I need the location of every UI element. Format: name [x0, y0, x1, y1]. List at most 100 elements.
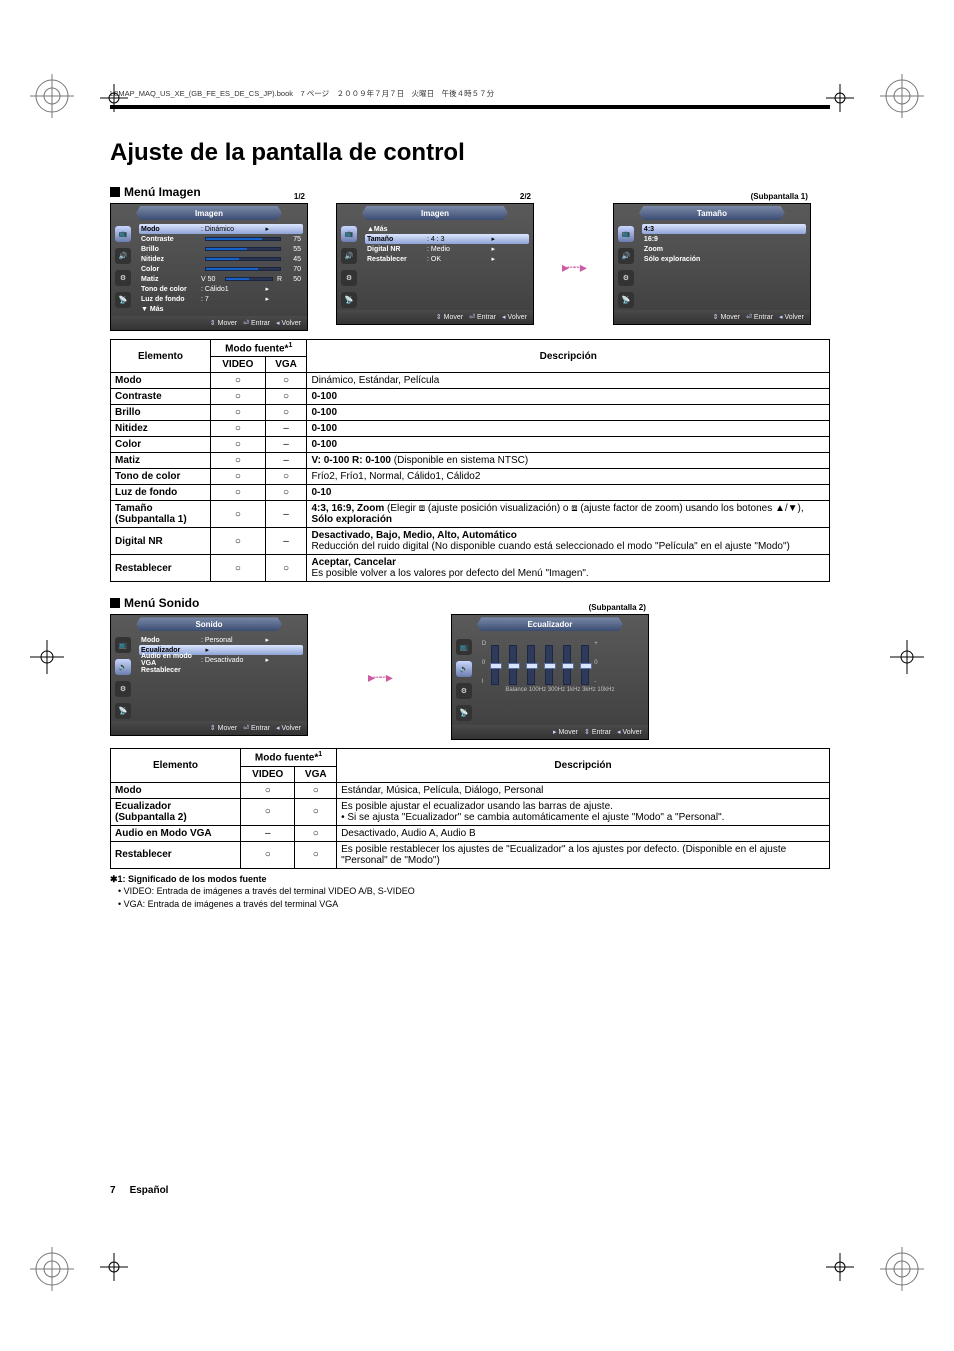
osd-tab: Imagen	[136, 206, 282, 220]
osd-row: Restablecer: OK▸	[365, 254, 529, 264]
table-row: Luz de fondo○○0-10	[111, 485, 830, 501]
table-row: Restablecer○○Es posible restablecer los …	[111, 841, 830, 868]
setup-icon: ⚙	[618, 270, 634, 286]
table-row: Audio en Modo VGA–○Desactivado, Audio A,…	[111, 825, 830, 841]
table-row: Nitidez○–0-100	[111, 421, 830, 437]
setup-icon: ⚙	[341, 270, 357, 286]
sound-icon: 🔊	[456, 661, 472, 677]
osd-row: 16:9	[642, 234, 806, 244]
osd-row: Modo: Dinámico▸	[139, 224, 303, 234]
osd-tab: Tamaño	[639, 206, 785, 220]
input-icon: 📡	[618, 292, 634, 308]
osd-category-icons: 📺 🔊 ⚙ 📡	[456, 637, 476, 721]
osd-row: Nitidez45	[139, 254, 303, 264]
osd-equalizer: (Subpantalla 2) Ecualizador 📺 🔊 ⚙ 📡 D0I	[451, 614, 649, 740]
link-arrow-icon: ▸┄┄▸	[562, 259, 585, 276]
osd-row: Restablecer	[139, 665, 303, 675]
eq-slider	[562, 645, 572, 685]
eq-slider	[580, 645, 590, 685]
reg-mark-top-right	[880, 74, 924, 118]
th-modo: Modo fuente*1	[211, 340, 307, 357]
input-icon: 📡	[115, 703, 131, 719]
picture-icon: 📺	[341, 226, 357, 242]
osd-image-2: 2/2 Imagen 📺 🔊 ⚙ 📡 ▲MásTamaño: 4 : 3▸Dig…	[336, 203, 534, 325]
reg-mark-bot-right	[880, 1247, 924, 1291]
eq-slider	[544, 645, 554, 685]
th-elemento: Elemento	[111, 340, 211, 373]
osd-row: Zoom	[642, 244, 806, 254]
osd-row: ▲Más	[365, 224, 529, 234]
reg-mark-top-left	[30, 74, 74, 118]
th-modo: Modo fuente*1	[241, 749, 337, 766]
osd-row: MatizV 50R50	[139, 274, 303, 284]
th-video: VIDEO	[241, 766, 295, 782]
th-vga: VGA	[295, 766, 337, 782]
osd-sound: Sonido 📺 🔊 ⚙ 📡 Modo: Personal▸Ecualizado…	[110, 614, 308, 736]
osd-tab: Imagen	[362, 206, 508, 220]
th-vga: VGA	[265, 357, 307, 373]
table-row: Brillo○○0-100	[111, 405, 830, 421]
reg-mark-bot-left	[30, 1247, 74, 1291]
eq-slider	[490, 645, 500, 685]
reg-mark-mid-right	[890, 640, 924, 674]
table-row: Modo○○Estándar, Música, Película, Diálog…	[111, 782, 830, 798]
crop-mark-tr	[826, 84, 854, 112]
picture-icon: 📺	[618, 226, 634, 242]
osd-row: Brillo55	[139, 244, 303, 254]
osd-footer: ⇕Mover ⏎Entrar ◂Volver	[111, 316, 307, 330]
sound-icon: 🔊	[115, 659, 131, 675]
th-desc: Descripción	[307, 340, 830, 373]
osd-tab: Ecualizador	[477, 617, 623, 631]
reg-mark-mid-left	[30, 640, 64, 674]
sound-icon: 🔊	[341, 248, 357, 264]
th-video: VIDEO	[211, 357, 266, 373]
osd-row: Color70	[139, 264, 303, 274]
image-table: Elemento Modo fuente*1 Descripción VIDEO…	[110, 339, 830, 582]
page-frame: L8MAP_MAQ_US_XE_(GB_FE_ES_DE_CS_JP).book…	[110, 80, 830, 1200]
table-row: Tamaño(Subpantalla 1)○–4:3, 16:9, Zoom (…	[111, 501, 830, 528]
picture-icon: 📺	[115, 637, 131, 653]
osd-image-1: 1/2 Imagen 📺 🔊 ⚙ 📡 Modo: Dinámico▸Contra…	[110, 203, 308, 331]
osd-tab: Sonido	[136, 617, 282, 631]
eq-band-labels: Balance 100Hz 300Hz 1kHz 3kHz 10kHz	[482, 687, 638, 693]
sound-icon: 🔊	[618, 248, 634, 264]
sound-icon: 🔊	[115, 248, 131, 264]
header-rule	[110, 105, 830, 109]
page-footer: 7Español	[110, 1185, 168, 1196]
link-arrow-icon: ▸┄┄▸	[368, 669, 391, 686]
osd-footer: ⇕Mover ⏎Entrar ◂Volver	[614, 310, 810, 324]
crop-mark-bl	[100, 1253, 128, 1281]
setup-icon: ⚙	[115, 681, 131, 697]
footnotes: ✱1: Significado de los modos fuente VIDE…	[110, 873, 830, 911]
osd-category-icons: 📺 🔊 ⚙ 📡	[115, 224, 135, 314]
input-icon: 📡	[456, 705, 472, 721]
osd-row: Luz de fondo: 7▸	[139, 294, 303, 304]
table-row: Contraste○○0-100	[111, 389, 830, 405]
osd-row: Contraste75	[139, 234, 303, 244]
eq-slider	[508, 645, 518, 685]
table-row: Ecualizador(Subpantalla 2)○○Es posible a…	[111, 798, 830, 825]
osd-category-icons: 📺 🔊 ⚙ 📡	[618, 224, 638, 308]
table-row: Restablecer○○Aceptar, CancelarEs posible…	[111, 555, 830, 582]
input-icon: 📡	[341, 292, 357, 308]
section-sound-label: Menú Sonido	[110, 596, 830, 610]
th-elemento: Elemento	[111, 749, 241, 782]
page-title: Ajuste de la pantalla de control	[110, 139, 830, 167]
osd-footer: ▸Mover ⇕Entrar ◂Volver	[452, 725, 648, 739]
eq-slider	[526, 645, 536, 685]
setup-icon: ⚙	[115, 270, 131, 286]
osd-footer: ⇕Mover ⏎Entrar ◂Volver	[111, 721, 307, 735]
osd-row: Tamaño: 4 : 3▸	[365, 234, 529, 244]
input-icon: 📡	[115, 292, 131, 308]
osd-row: Modo: Personal▸	[139, 635, 303, 645]
sound-table: Elemento Modo fuente*1 Descripción VIDEO…	[110, 748, 830, 868]
osd-category-icons: 📺 🔊 ⚙ 📡	[341, 224, 361, 308]
table-row: Modo○○Dinámico, Estándar, Película	[111, 373, 830, 389]
osd-row: 4:3	[642, 224, 806, 234]
osd-row: ▼ Más	[139, 304, 303, 314]
setup-icon: ⚙	[456, 683, 472, 699]
picture-icon: 📺	[456, 639, 472, 655]
osd-footer: ⇕Mover ⏎Entrar ◂Volver	[337, 310, 533, 324]
osd-row: Audio en modo VGA: Desactivado▸	[139, 655, 303, 665]
osd-row: Sólo exploración	[642, 254, 806, 264]
